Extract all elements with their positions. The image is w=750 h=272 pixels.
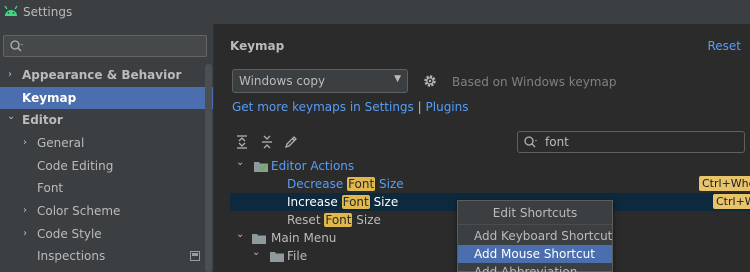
add-mouse-shortcut-item[interactable]: Add Mouse Shortcut	[458, 245, 612, 263]
chevron-down-icon: ⌄	[7, 111, 16, 122]
sidebar-item-editor[interactable]: ⌄ Editor	[0, 109, 213, 131]
gear-icon[interactable]	[421, 72, 439, 90]
title-bar: Settings	[0, 0, 750, 24]
folder-icon	[252, 234, 266, 244]
reset-link[interactable]: Reset	[707, 39, 741, 53]
tree-node-decrease-font-size[interactable]: Decrease Font Size Ctrl+Whee	[230, 175, 750, 193]
get-more-keymaps-link[interactable]: Get more keymaps in Settings	[232, 100, 414, 114]
tree-node-label: File	[287, 249, 308, 263]
sidebar-item-label: Code Editing	[37, 159, 114, 173]
keymap-select-value: Windows copy	[239, 74, 326, 88]
add-keyboard-shortcut-item[interactable]: Add Keyboard Shortcut	[458, 227, 612, 245]
sidebar-item-general[interactable]: › General	[0, 132, 213, 154]
chevron-right-icon: ›	[8, 69, 12, 80]
sidebar-item-inspections[interactable]: Inspections	[0, 245, 213, 267]
settings-sidebar: › Appearance & Behavior Keymap ⌄ Editor …	[0, 24, 214, 272]
keymap-search-input[interactable]: font	[517, 131, 745, 153]
shortcut-badge: Ctrl+W	[713, 194, 750, 209]
sidebar-item-keymap[interactable]: Keymap	[0, 87, 213, 109]
link-separator: |	[417, 100, 422, 114]
android-studio-icon	[4, 5, 18, 16]
popup-title: Edit Shortcuts	[458, 201, 612, 225]
chevron-right-icon: ›	[23, 228, 27, 239]
window-title: Settings	[23, 5, 73, 19]
sidebar-item-code-style[interactable]: › Code Style	[0, 223, 213, 245]
search-icon	[524, 136, 537, 148]
sidebar-item-label: Font	[37, 181, 64, 195]
sidebar-item-label: Keymap	[22, 91, 77, 105]
tree-node-label: Increase Font Size	[287, 195, 399, 209]
collapse-all-icon[interactable]	[259, 134, 275, 150]
folder-icon	[254, 162, 268, 172]
sidebar-item-color-scheme[interactable]: › Color Scheme	[0, 200, 213, 222]
search-value: font	[545, 135, 569, 149]
tree-node-editor-actions[interactable]: ⌄ Editor Actions	[230, 157, 750, 175]
folder-icon	[270, 252, 284, 262]
chevron-down-icon: ⌄	[236, 229, 245, 240]
sidebar-item-label: Inspections	[37, 249, 106, 263]
chevron-down-icon: ⌄	[252, 247, 261, 258]
dropdown-caret-icon: ▼	[394, 74, 401, 84]
sidebar-item-label: Appearance & Behavior	[22, 68, 182, 82]
tree-node-label: Main Menu	[271, 231, 337, 245]
sidebar-item-label: Editor	[22, 113, 63, 127]
sidebar-item-code-editing[interactable]: Code Editing	[0, 155, 213, 177]
sidebar-item-label: Code Style	[37, 227, 102, 241]
project-settings-icon	[190, 251, 200, 261]
keymap-select[interactable]: Windows copy ▼	[232, 69, 408, 93]
shortcut-badge: Ctrl+Whee	[699, 176, 750, 191]
add-abbreviation-item[interactable]: Add Abbreviation	[458, 263, 612, 272]
sidebar-item-label: Color Scheme	[37, 204, 121, 218]
chevron-right-icon: ›	[23, 205, 27, 216]
keymap-links: Get more keymaps in Settings | Plugins	[232, 100, 469, 114]
page-title: Keymap	[230, 39, 285, 53]
based-on-text: Based on Windows keymap	[452, 75, 617, 89]
edit-shortcuts-popup: Edit Shortcuts Add Keyboard Shortcut Add…	[457, 200, 613, 272]
search-icon	[10, 40, 23, 52]
sidebar-scrollbar[interactable]	[205, 64, 212, 272]
tree-node-label: Reset Font Size	[287, 213, 381, 227]
sidebar-item-font[interactable]: Font	[0, 177, 213, 199]
settings-search-input[interactable]	[3, 35, 207, 57]
expand-all-icon[interactable]	[234, 134, 250, 150]
chevron-right-icon: ›	[23, 137, 27, 148]
chevron-down-icon: ⌄	[236, 157, 245, 168]
sidebar-item-appearance-behavior[interactable]: › Appearance & Behavior	[0, 64, 213, 86]
tree-node-label: Editor Actions	[271, 159, 355, 173]
tree-node-label: Decrease Font Size	[287, 177, 404, 191]
edit-pencil-icon[interactable]	[283, 134, 299, 150]
plugins-link[interactable]: Plugins	[426, 100, 469, 114]
sidebar-item-label: General	[37, 136, 85, 150]
